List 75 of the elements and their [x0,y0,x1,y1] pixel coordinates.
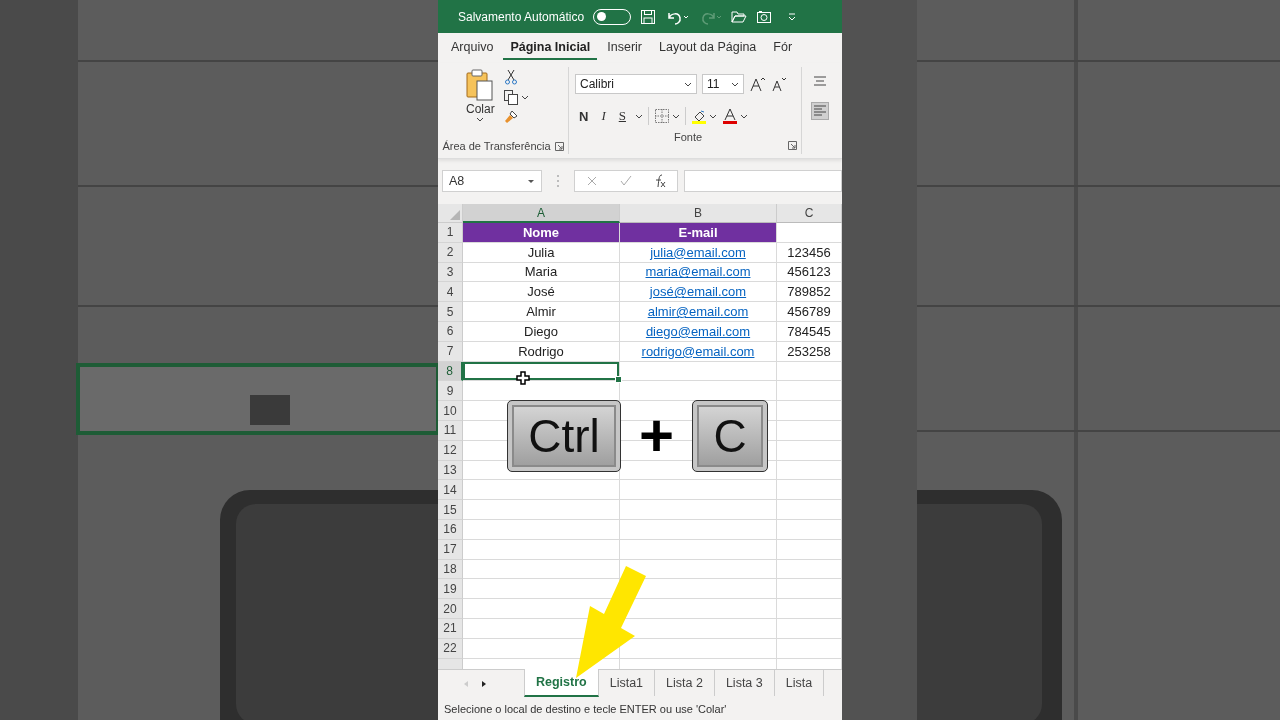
ribbon-tab[interactable]: Inserir [600,36,649,60]
formula-input[interactable] [684,170,842,192]
email-link[interactable]: almir@email.com [647,304,749,320]
dialog-launcher-icon[interactable] [554,141,564,151]
caret-icon [684,81,692,87]
save-icon[interactable] [640,8,657,25]
folder-icon[interactable] [731,8,748,25]
sheet-tab[interactable]: Registro [524,669,599,697]
name-box[interactable]: A8 [442,170,542,192]
sheet-tab[interactable]: Lista [774,670,825,696]
column-header[interactable]: B [620,204,777,223]
column-header[interactable]: A [463,204,620,223]
font-size-dropdown[interactable]: 11 [702,74,744,94]
email-link[interactable]: julia@email.com [650,244,746,260]
caret-icon [731,81,739,87]
bold-button[interactable]: N [575,108,593,124]
row-header[interactable]: 10 [438,401,463,421]
table-cell: Diego [463,322,620,342]
column-header[interactable]: C [777,204,842,223]
caret-icon[interactable] [634,113,643,119]
table-cell: Julia [463,242,620,263]
scroll-right-icon[interactable] [480,680,488,688]
ribbon-tab[interactable]: Página Inicial [503,36,598,60]
table-cell: Almir [463,302,620,322]
shrink-font-icon[interactable] [770,76,786,92]
paste-button[interactable]: Colar [464,67,497,138]
row-header[interactable]: 4 [438,282,463,303]
fill-color-icon[interactable] [690,108,717,124]
font-color-icon[interactable] [721,108,748,124]
camera-icon[interactable] [756,8,773,25]
table-cell: Nome [463,223,620,243]
email-link[interactable]: maria@email.com [645,264,751,280]
italic-button[interactable]: I [597,108,610,124]
sheet-tab[interactable]: Lista 2 [655,670,715,696]
email-link[interactable]: diego@email.com [645,323,751,339]
row-header[interactable]: 5 [438,302,463,322]
keyboard-key: C [692,400,769,472]
autosave-label: Salvamento Automático [458,9,585,24]
status-message: Selecione o local de destino e tecle ENTER ou use 'Colar' [444,703,727,715]
underline-button[interactable]: S [614,108,630,124]
group-label: Área de Transferência [442,140,551,152]
email-link[interactable]: rodrigo@email.com [641,343,755,359]
table-cell: Maria [463,262,620,283]
cursor-icon [516,371,530,385]
plus-sign: + [639,406,675,466]
table-cell: E-mail [620,223,777,243]
caret-icon [527,178,535,184]
scissors-icon[interactable] [502,69,519,85]
row-header[interactable]: 19 [438,579,463,600]
row-header[interactable]: 14 [438,480,463,501]
sheet-tab[interactable]: Lista1 [598,670,656,696]
borders-icon[interactable] [653,108,680,124]
keyboard-key: Ctrl [507,400,621,472]
clipboard-icon [466,69,495,101]
copy-icon[interactable] [502,89,529,105]
email-link[interactable]: josé@email.com [649,284,747,300]
table-cell: José [463,282,620,303]
font-name-dropdown[interactable]: Calibri [575,74,697,94]
ribbon-tab[interactable]: Fór [766,36,800,60]
row-header[interactable]: 9 [438,381,463,402]
customize-caret-icon[interactable] [787,11,798,22]
ribbon-tab[interactable]: Arquivo [444,36,501,60]
group-label: Fonte [673,131,703,143]
grow-font-icon[interactable] [749,76,765,92]
row-header[interactable]: 15 [438,500,463,520]
drag-handle-icon[interactable] [556,174,560,188]
ribbon-tab[interactable]: Layout da Página [652,36,764,60]
dialog-launcher-icon[interactable] [788,141,797,150]
sheet-tab[interactable]: Lista 3 [714,670,775,696]
format-painter-icon[interactable] [502,109,519,125]
table-cell: Rodrigo [463,341,620,362]
row-header[interactable]: 20 [438,599,463,619]
caret-icon [476,117,485,122]
fill-handle[interactable] [615,376,622,384]
row-header[interactable]: 1 [438,223,463,243]
